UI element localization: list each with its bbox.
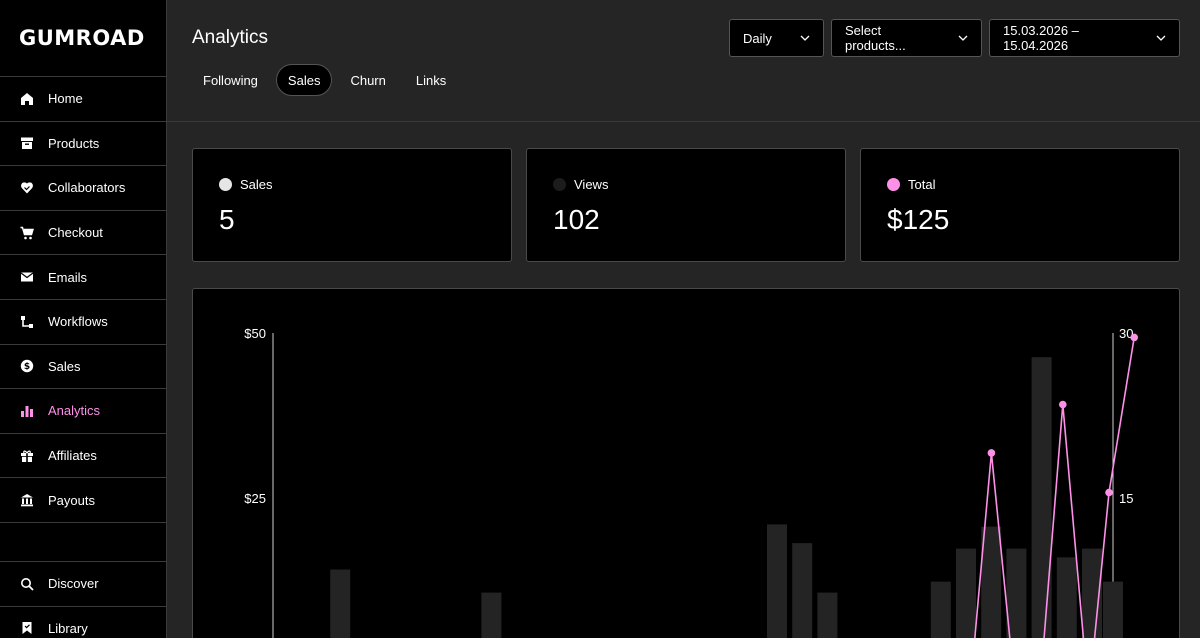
sidebar-item-products[interactable]: Products: [0, 122, 166, 167]
sidebar: GUMROAD Home Products Collaborators Checkou…: [0, 0, 167, 638]
envelope-icon: [19, 269, 35, 285]
dollar-circle-icon: $: [19, 358, 35, 374]
analytics-tabs: Following Sales Churn Links: [191, 64, 458, 96]
views-bar: [481, 592, 502, 638]
chevron-down-icon: [800, 35, 810, 41]
stat-label: Views: [574, 177, 609, 192]
sidebar-item-label: Discover: [48, 576, 99, 592]
svg-text:$: $: [24, 363, 30, 373]
sidebar-item-label: Products: [48, 135, 100, 151]
total-legend-dot: [887, 178, 900, 191]
sidebar-item-label: Sales: [48, 358, 81, 374]
sidebar-item-label: Affiliates: [48, 448, 97, 464]
home-icon: [19, 91, 35, 107]
views-bar: [981, 526, 1002, 638]
total-series-point: [987, 449, 996, 457]
date-range-select[interactable]: 15.03.2026 – 15.04.2026: [989, 19, 1180, 57]
views-bar: [1056, 557, 1077, 638]
sidebar-item-label: Checkout: [48, 225, 103, 241]
sidebar-item-payouts[interactable]: Payouts: [0, 478, 166, 523]
stat-card-sales: Sales 5: [192, 148, 512, 262]
search-icon: [19, 576, 35, 592]
chart-canvas: $50$253015: [244, 326, 1138, 638]
period-select-value: Daily: [743, 30, 772, 46]
gumroad-logo[interactable]: GUMROAD: [0, 0, 166, 77]
left-axis-tick-label: $25: [244, 491, 266, 506]
stat-label: Sales: [240, 177, 273, 192]
sidebar-item-workflows[interactable]: Workflows: [0, 300, 166, 345]
sales-legend-dot: [219, 178, 232, 191]
analytics-chart: $50 $25 30 15: [192, 288, 1180, 638]
sidebar-item-emails[interactable]: Emails: [0, 255, 166, 300]
stat-card-views: Views 102: [526, 148, 846, 262]
brand-name: GUMROAD: [19, 26, 145, 50]
sidebar-item-affiliates[interactable]: Affiliates: [0, 434, 166, 479]
chevron-down-icon: [958, 35, 968, 41]
bookmark-icon: [19, 620, 35, 636]
bar-chart-icon: [19, 403, 35, 419]
cart-icon: [19, 225, 35, 241]
views-bar: [1006, 548, 1027, 638]
views-bar: [956, 548, 976, 638]
total-series-point: [1130, 333, 1138, 342]
sidebar-item-label: Payouts: [48, 492, 95, 508]
sidebar-item-label: Analytics: [48, 403, 101, 419]
sidebar-item-label: Library: [48, 620, 88, 636]
sidebar-item-library[interactable]: Library: [0, 607, 166, 638]
period-select[interactable]: Daily: [729, 19, 824, 57]
sidebar-item-discover[interactable]: Discover: [0, 562, 166, 607]
bank-icon: [19, 492, 35, 508]
left-axis-tick-label: $50: [244, 326, 266, 341]
stat-label-row: Sales: [219, 177, 273, 192]
stat-value: $125: [887, 204, 950, 235]
product-select[interactable]: Select products...: [831, 19, 982, 57]
stat-label-row: Views: [553, 177, 608, 192]
views-legend-dot: [553, 178, 566, 191]
total-series-point: [1105, 488, 1113, 497]
workflow-icon: [19, 314, 35, 330]
sidebar-item-sales[interactable]: $ Sales: [0, 345, 166, 390]
sidebar-item-label: Emails: [48, 269, 88, 285]
views-bar: [817, 592, 838, 638]
stat-value: 5: [219, 204, 235, 235]
chevron-down-icon: [1156, 35, 1166, 41]
views-bar: [792, 543, 813, 638]
sidebar-item-label: Workflows: [48, 314, 108, 330]
filter-controls: Daily Select products... 15.03.2026 – 15…: [729, 19, 1180, 57]
sidebar-item-label: Home: [48, 91, 83, 107]
views-bar: [767, 524, 787, 638]
product-select-value: Select products...: [845, 23, 906, 53]
date-range-value: 15.03.2026 – 15.04.2026: [1003, 23, 1079, 53]
tab-sales[interactable]: Sales: [275, 64, 333, 96]
total-series-point: [1059, 400, 1067, 409]
page-header: Analytics Following Sales Churn Links Da…: [167, 0, 1200, 122]
sidebar-spacer: [0, 523, 166, 562]
sidebar-item-analytics[interactable]: Analytics: [0, 389, 166, 434]
tab-links[interactable]: Links: [404, 64, 458, 96]
page-title: Analytics: [192, 27, 269, 48]
stat-card-total: Total $125: [860, 148, 1180, 262]
stat-label: Total: [908, 177, 936, 192]
gift-icon: [19, 448, 35, 464]
views-bar: [330, 569, 351, 638]
right-axis-tick-label: 15: [1119, 491, 1133, 506]
views-bar: [1103, 581, 1123, 638]
stat-label-row: Total: [887, 177, 935, 192]
sidebar-item-label: Collaborators: [48, 180, 126, 196]
sidebar-item-home[interactable]: Home: [0, 77, 166, 122]
views-bar: [1031, 357, 1052, 638]
tab-following[interactable]: Following: [191, 64, 270, 96]
archive-icon: [19, 135, 35, 151]
views-bar: [930, 581, 951, 638]
sidebar-item-checkout[interactable]: Checkout: [0, 211, 166, 256]
tab-churn[interactable]: Churn: [338, 64, 397, 96]
handshake-icon: [19, 180, 35, 196]
sidebar-item-collaborators[interactable]: Collaborators: [0, 166, 166, 211]
stat-value: 102: [553, 204, 600, 235]
